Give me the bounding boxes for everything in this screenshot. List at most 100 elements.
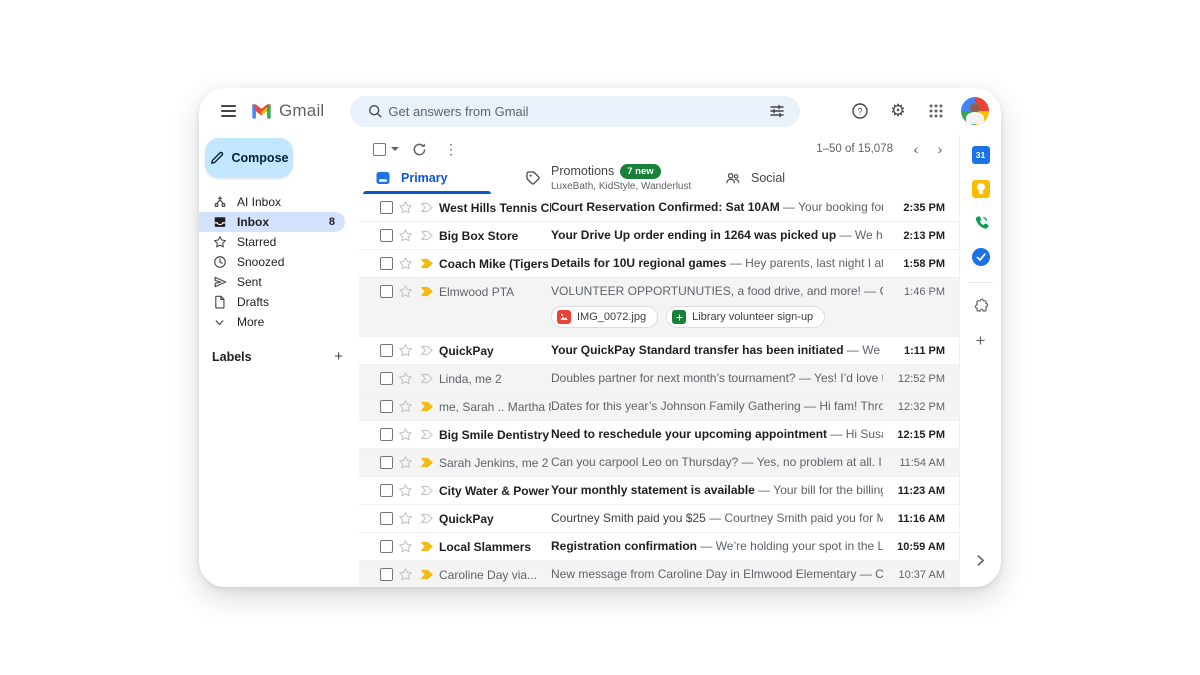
subject-snippet-separator: — xyxy=(705,511,725,525)
star-icon[interactable] xyxy=(395,337,415,364)
email-subject: Courtney Smith paid you $25 xyxy=(551,511,706,525)
star-icon[interactable] xyxy=(395,393,415,420)
importance-marker-icon[interactable] xyxy=(415,393,439,420)
importance-marker-icon[interactable] xyxy=(415,365,439,392)
tab-promotions[interactable]: Promotions 7 new LuxeBath, KidStyle, Wande… xyxy=(509,161,709,194)
row-checkbox[interactable] xyxy=(380,568,393,581)
star-icon[interactable] xyxy=(395,222,415,249)
importance-marker-icon[interactable] xyxy=(415,194,439,221)
star-icon[interactable] xyxy=(395,250,415,277)
add-panel-app-icon[interactable]: + xyxy=(966,325,996,355)
tab-social[interactable]: Social xyxy=(709,161,869,194)
row-checkbox[interactable] xyxy=(380,512,393,525)
labels-header: Labels xyxy=(212,349,252,364)
app-title: Gmail xyxy=(279,101,325,120)
star-icon[interactable] xyxy=(395,365,415,392)
sidebar-item-drafts[interactable]: Drafts xyxy=(199,292,345,312)
refresh-icon[interactable] xyxy=(407,137,431,161)
email-row[interactable]: Caroline Day via... New message from Caro… xyxy=(359,561,959,587)
star-icon[interactable] xyxy=(395,421,415,448)
attachment-chip[interactable]: Library volunteer sign-up xyxy=(666,306,826,328)
row-checkbox[interactable] xyxy=(380,229,393,242)
email-time: 12:52 PM xyxy=(897,372,945,385)
calendar-icon[interactable]: 31 xyxy=(966,140,996,170)
older-page-icon[interactable]: › xyxy=(929,138,951,160)
main-menu-icon[interactable] xyxy=(215,98,241,124)
sidebar-item-label: AI Inbox xyxy=(237,195,282,209)
row-checkbox[interactable] xyxy=(380,540,393,553)
email-row[interactable]: Big Smile Dentistry Need to reschedule yo… xyxy=(359,421,959,449)
attachment-chip[interactable]: IMG_0072.jpg xyxy=(551,306,659,328)
help-icon[interactable]: ? xyxy=(847,98,873,124)
importance-marker-icon[interactable] xyxy=(415,449,439,476)
settings-gear-icon[interactable]: ⚙ xyxy=(885,98,911,124)
star-icon[interactable] xyxy=(395,194,415,221)
sidebar-item-ai-inbox[interactable]: AI Inbox xyxy=(199,192,345,212)
row-checkbox[interactable] xyxy=(380,400,393,413)
importance-marker-icon[interactable] xyxy=(415,222,439,249)
tasks-icon[interactable] xyxy=(966,242,996,272)
email-row[interactable]: Sarah Jenkins, me 2 Can you carpool Leo o… xyxy=(359,449,959,477)
subject-snippet-separator: — xyxy=(795,371,815,385)
importance-marker-icon[interactable] xyxy=(415,278,439,305)
email-row[interactable]: Local Slammers Registration confirmation … xyxy=(359,533,959,561)
search-icon[interactable] xyxy=(362,98,388,124)
sidebar-item-more[interactable]: More xyxy=(199,312,345,332)
compose-button[interactable]: Compose xyxy=(205,138,293,178)
tab-label: Primary xyxy=(401,170,448,185)
row-checkbox[interactable] xyxy=(380,456,393,469)
newer-page-icon[interactable]: ‹ xyxy=(905,138,927,160)
select-dropdown-icon[interactable] xyxy=(391,147,399,151)
apps-grid-icon[interactable] xyxy=(923,98,949,124)
star-icon[interactable] xyxy=(395,533,415,560)
row-checkbox[interactable] xyxy=(380,484,393,497)
sidebar-item-snoozed[interactable]: Snoozed xyxy=(199,252,345,272)
email-row[interactable]: Linda, me 2 Doubles partner for next mont… xyxy=(359,365,959,393)
importance-marker-icon[interactable] xyxy=(415,505,439,532)
email-snippet: Your bill for the billing period ending … xyxy=(773,483,883,497)
search-input[interactable] xyxy=(388,103,765,119)
addons-puzzle-icon[interactable] xyxy=(966,291,996,321)
email-row[interactable]: QuickPay Courtney Smith paid you $25 — Co… xyxy=(359,505,959,533)
avatar[interactable] xyxy=(961,97,989,125)
select-all-checkbox[interactable] xyxy=(373,142,386,156)
email-row[interactable]: West Hills Tennis ClubCourt Reservation … xyxy=(359,194,959,222)
importance-marker-icon[interactable] xyxy=(415,337,439,364)
add-label-icon[interactable]: + xyxy=(334,349,343,364)
email-row[interactable]: Coach Mike (Tigers SC)Details for 10U re… xyxy=(359,250,959,278)
importance-marker-icon[interactable] xyxy=(415,421,439,448)
sidebar-item-sent[interactable]: Sent xyxy=(199,272,345,292)
star-icon[interactable] xyxy=(395,477,415,504)
collapse-panel-icon[interactable] xyxy=(966,545,996,575)
row-checkbox[interactable] xyxy=(380,201,393,214)
row-checkbox[interactable] xyxy=(380,344,393,357)
importance-marker-icon[interactable] xyxy=(415,561,439,587)
email-row[interactable]: Elmwood PTA VOLUNTEER OPPORTUNUTIES, a fo… xyxy=(359,278,959,337)
importance-marker-icon[interactable] xyxy=(415,477,439,504)
sidebar-item-starred[interactable]: Starred xyxy=(199,232,345,252)
tab-primary[interactable]: Primary xyxy=(359,161,509,194)
star-icon[interactable] xyxy=(395,505,415,532)
keep-icon[interactable] xyxy=(966,174,996,204)
row-checkbox[interactable] xyxy=(380,428,393,441)
row-checkbox[interactable] xyxy=(380,257,393,270)
row-checkbox[interactable] xyxy=(380,372,393,385)
search-filters-icon[interactable] xyxy=(764,98,790,124)
email-row[interactable]: QuickPay Your QuickPay Standard transfer … xyxy=(359,337,959,365)
email-sender: Caroline Day via... xyxy=(439,567,538,582)
subject-snippet-separator: — xyxy=(738,455,757,469)
email-row[interactable]: Big Box Store Your Drive Up order ending … xyxy=(359,222,959,250)
email-row[interactable]: me, Sarah .. Martha 8 Dates for this year… xyxy=(359,393,959,421)
row-checkbox[interactable] xyxy=(380,285,393,298)
sidebar-item-inbox[interactable]: Inbox 8 xyxy=(199,212,345,232)
star-icon[interactable] xyxy=(395,561,415,587)
star-icon[interactable] xyxy=(395,278,415,305)
importance-marker-icon[interactable] xyxy=(415,250,439,277)
more-options-icon[interactable]: ⋮ xyxy=(439,137,463,161)
importance-marker-icon[interactable] xyxy=(415,533,439,560)
voice-icon[interactable] xyxy=(966,208,996,238)
email-time: 12:32 PM xyxy=(897,400,945,413)
email-sender: Local Slammers xyxy=(439,539,532,554)
star-icon[interactable] xyxy=(395,449,415,476)
email-row[interactable]: City Water & Power Your monthly statement… xyxy=(359,477,959,505)
